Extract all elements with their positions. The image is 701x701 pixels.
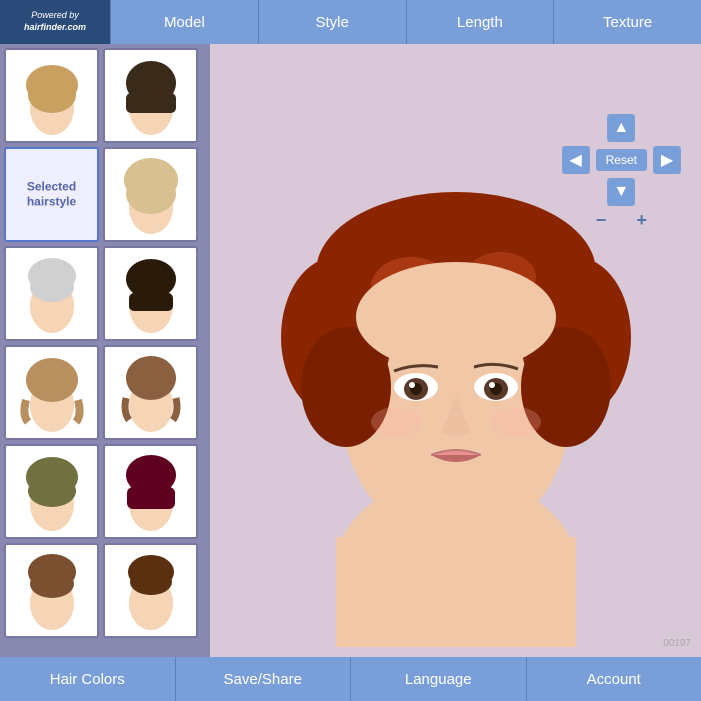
site-name: hairfinder.com <box>24 22 86 34</box>
hairstyle-thumb-4[interactable] <box>103 147 198 242</box>
hairstyle-thumb-7[interactable] <box>4 345 99 440</box>
length-tab[interactable]: Length <box>406 0 554 44</box>
bottom-navigation: Hair Colors Save/Share Language Account <box>0 657 701 701</box>
style-tab[interactable]: Style <box>258 0 406 44</box>
hairstyle-thumb-8[interactable] <box>103 345 198 440</box>
hairstyle-thumb-1[interactable] <box>4 48 99 143</box>
hairstyle-thumb-10[interactable] <box>103 444 198 539</box>
hairstyle-thumb-2[interactable] <box>103 48 198 143</box>
model-display <box>246 77 666 647</box>
account-button[interactable]: Account <box>527 657 701 701</box>
sidebar-row-2: Selectedhairstyle <box>4 147 206 242</box>
main-area: Selectedhairstyle <box>0 44 701 657</box>
center-panel: ▲ ◀ Reset ▶ ▼ − + <box>210 44 701 657</box>
sidebar-row-4 <box>4 345 206 440</box>
model-tab[interactable]: Model <box>110 0 258 44</box>
watermark: 00197 <box>663 638 691 649</box>
hairstyle-thumb-11[interactable] <box>4 543 99 638</box>
language-button[interactable]: Language <box>351 657 527 701</box>
hairstyle-thumb-6[interactable] <box>103 246 198 341</box>
hair-colors-button[interactable]: Hair Colors <box>0 657 176 701</box>
logo: Powered by hairfinder.com <box>0 0 110 44</box>
sidebar-row-6 <box>4 543 206 638</box>
hairstyle-thumb-selected[interactable]: Selectedhairstyle <box>4 147 99 242</box>
hairstyle-thumb-5[interactable] <box>4 246 99 341</box>
hairstyle-thumb-12[interactable] <box>103 543 198 638</box>
hairstyle-thumb-9[interactable] <box>4 444 99 539</box>
powered-by-text: Powered by <box>24 10 86 22</box>
top-navigation: Powered by hairfinder.com Model Style Le… <box>0 0 701 44</box>
sidebar-row-5 <box>4 444 206 539</box>
texture-tab[interactable]: Texture <box>553 0 701 44</box>
save-share-button[interactable]: Save/Share <box>176 657 352 701</box>
sidebar-row-3 <box>4 246 206 341</box>
selected-hairstyle-label: Selectedhairstyle <box>27 179 76 210</box>
sidebar-row-1 <box>4 48 206 143</box>
hairstyle-sidebar: Selectedhairstyle <box>0 44 210 657</box>
